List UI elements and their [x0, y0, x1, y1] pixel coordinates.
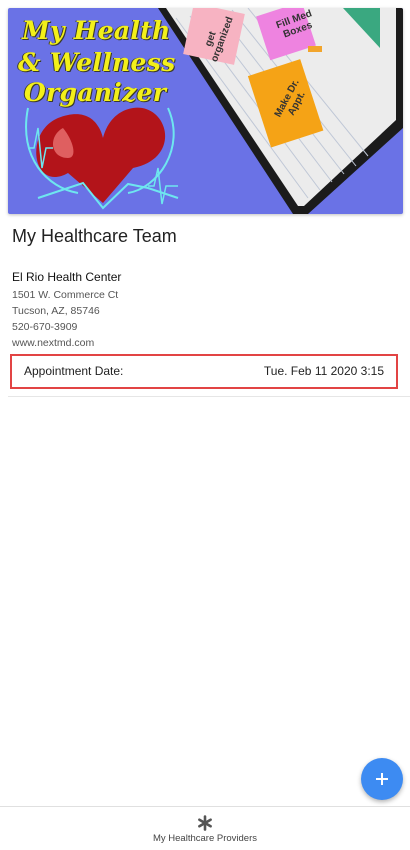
- provider-card[interactable]: El Rio Health Center 1501 W. Commerce Ct…: [12, 270, 402, 351]
- bottom-navigation: My Healthcare Providers: [0, 806, 410, 850]
- appointment-date-value: Tue. Feb 11 2020 3:15: [263, 364, 384, 378]
- appointment-row[interactable]: Appointment Date: Tue. Feb 11 2020 3:15: [10, 354, 398, 389]
- asterisk-icon: [198, 815, 212, 831]
- banner-title-line-1: My Health: [22, 16, 171, 45]
- provider-phone: 520-670-3909: [12, 321, 78, 333]
- plus-icon: [376, 773, 388, 785]
- heart-graphic: [25, 107, 179, 210]
- header-banner-image: My Health & Wellness Organizer get organ…: [8, 8, 403, 214]
- banner-title-line-2: & Wellness: [18, 48, 176, 77]
- provider-city: Tucson, AZ, 85746: [12, 305, 100, 317]
- banner-title-line-3: Organizer: [24, 78, 167, 107]
- appointment-label: Appointment Date:: [24, 364, 124, 378]
- provider-website: www.nextmd.com: [12, 337, 95, 349]
- tab-label: My Healthcare Providers: [152, 833, 257, 844]
- provider-address: 1501 W. Commerce Ct: [12, 289, 119, 301]
- provider-name: El Rio Health Center: [12, 270, 122, 284]
- app-screen: My Health & Wellness Organizer get organ…: [0, 0, 410, 850]
- card-divider: [8, 396, 410, 397]
- add-provider-button[interactable]: [361, 758, 403, 800]
- page-title: My Healthcare Team: [12, 226, 177, 246]
- tab-my-healthcare-providers[interactable]: My Healthcare Providers: [0, 807, 410, 850]
